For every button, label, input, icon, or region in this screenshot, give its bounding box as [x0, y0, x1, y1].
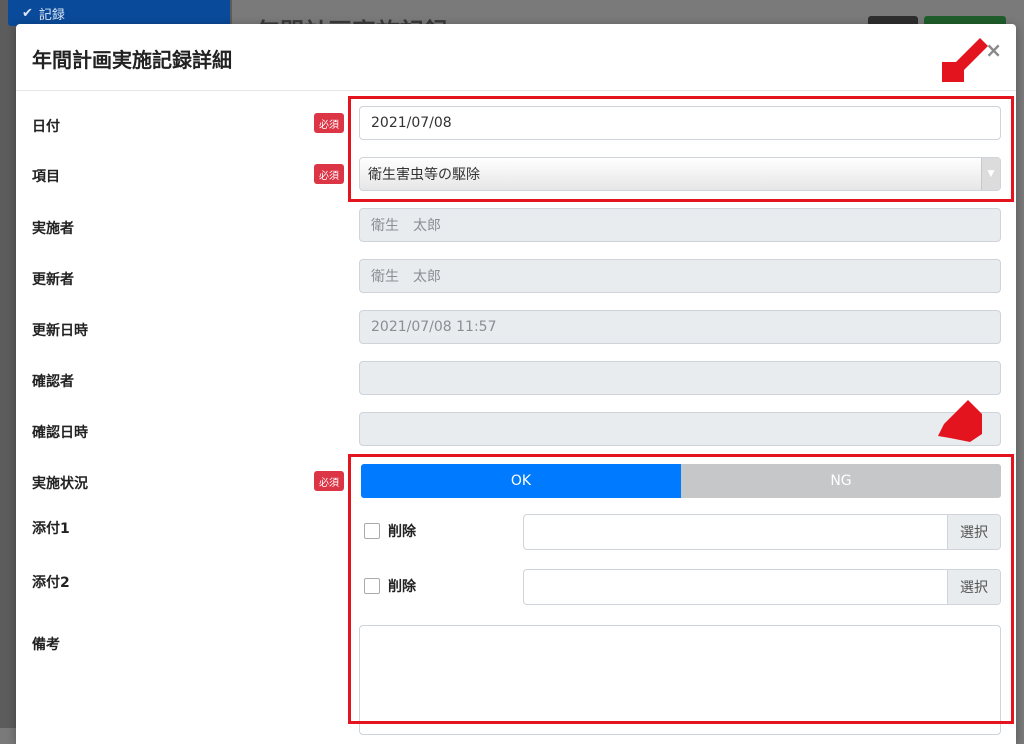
attachment2-label: 添付2 — [32, 575, 70, 591]
confirmer-field — [359, 361, 1001, 395]
updated-at-label: 更新日時 — [32, 323, 88, 339]
modal-title: 年間計画実施記録詳細 — [32, 48, 232, 72]
annotation-arrow-top — [942, 38, 988, 82]
status-label: 実施状況 — [32, 476, 88, 492]
modal-header: 年間計画実施記録詳細 × — [16, 24, 1016, 91]
updater-field: 衛生 太郎 — [359, 259, 1001, 293]
confirmer-label: 確認者 — [32, 374, 74, 390]
sidebar-item-records[interactable]: ✔ 記録 — [8, 0, 230, 26]
confirmed-at-label: 確認日時 — [32, 425, 88, 441]
date-required-badge: 必須 — [314, 113, 344, 133]
updated-at-field: 2021/07/08 11:57 — [359, 310, 1001, 344]
implementer-label: 実施者 — [32, 221, 74, 237]
date-label: 日付 — [32, 119, 60, 135]
annotation-arrow-bottom — [938, 400, 982, 442]
confirmed-at-field — [359, 412, 1001, 446]
check-icon: ✔ — [22, 5, 33, 21]
annotation-box-top — [348, 96, 1014, 202]
annotation-box-bottom — [348, 454, 1014, 724]
status-required-badge: 必須 — [314, 471, 344, 491]
sidebar-item-label: 記録 — [38, 7, 65, 23]
item-required-badge: 必須 — [314, 164, 344, 184]
updater-label: 更新者 — [32, 272, 74, 288]
attachment1-label: 添付1 — [32, 521, 70, 537]
implementer-field: 衛生 太郎 — [359, 208, 1001, 242]
item-label: 項目 — [32, 169, 60, 185]
remarks-label: 備考 — [32, 637, 60, 653]
